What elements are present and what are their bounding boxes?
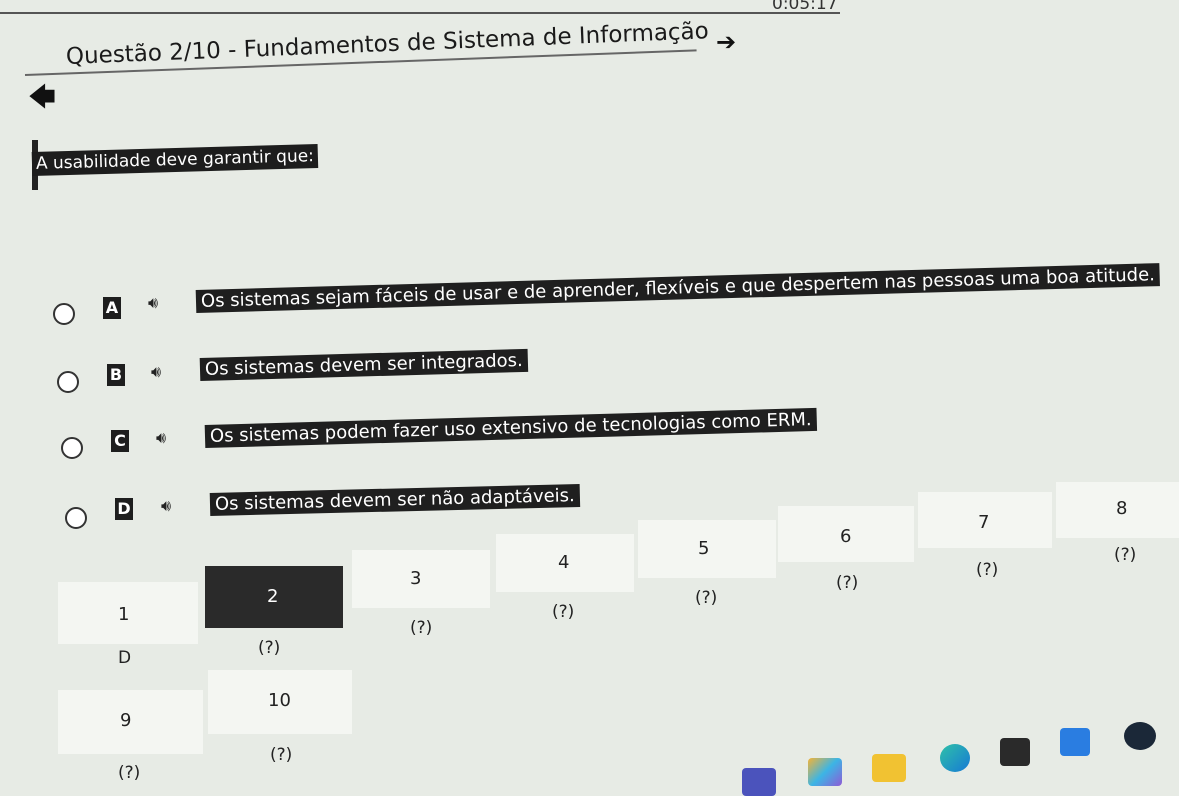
teams-icon[interactable] — [742, 768, 776, 796]
question-nav-status: (?) — [976, 560, 999, 580]
option-letter-a: A — [103, 297, 121, 319]
question-nav-number: 2 — [267, 586, 279, 607]
option-text-a[interactable]: Os sistemas sejam fáceis de usar e de ap… — [195, 263, 1161, 313]
vscode-icon[interactable] — [1060, 728, 1090, 756]
question-nav-status: D — [118, 648, 132, 668]
question-nav-1[interactable]: 1 — [58, 582, 198, 644]
question-nav-number: 1 — [118, 604, 130, 625]
top-divider — [0, 12, 840, 14]
question-nav-number: 5 — [698, 538, 710, 559]
option-text-d[interactable]: Os sistemas devem ser não adaptáveis. — [209, 483, 581, 516]
question-nav-number: 4 — [558, 552, 570, 573]
question-nav-7[interactable]: 7 — [918, 492, 1052, 548]
edge-icon[interactable] — [940, 744, 970, 772]
option-letter-c: C — [111, 430, 129, 452]
question-nav-status: (?) — [836, 573, 859, 593]
speaker-icon[interactable]: 🔊︎ — [161, 496, 171, 516]
question-nav-number: 6 — [840, 526, 852, 547]
question-nav-status: (?) — [695, 588, 718, 608]
timer: 0:05:17 — [772, 0, 838, 14]
folder-icon[interactable] — [872, 754, 906, 782]
speaker-icon[interactable]: 🔊︎ — [156, 428, 166, 448]
speaker-icon[interactable]: 🔊︎ — [151, 362, 161, 382]
question-nav-status: (?) — [410, 618, 433, 638]
copilot-icon[interactable] — [808, 758, 842, 786]
question-nav-status: (?) — [118, 763, 141, 783]
option-letter-b: B — [107, 364, 125, 386]
question-nav-5[interactable]: 5 — [638, 520, 776, 578]
question-nav-4[interactable]: 4 — [496, 534, 634, 592]
question-nav-status: (?) — [1114, 545, 1137, 565]
question-nav-6[interactable]: 6 — [778, 506, 914, 562]
question-nav-2[interactable]: 2 — [205, 566, 343, 628]
question-nav-number: 3 — [410, 568, 422, 589]
taskbar — [700, 720, 1179, 796]
question-nav-10[interactable]: 10 — [208, 670, 352, 734]
question-nav-status: (?) — [270, 745, 293, 765]
radio-option-b[interactable] — [57, 371, 79, 393]
option-text-c[interactable]: Os sistemas podem fazer uso extensivo de… — [204, 407, 817, 448]
question-nav-3[interactable]: 3 — [352, 550, 490, 608]
question-nav-status: (?) — [552, 602, 575, 622]
arrow-right-icon[interactable]: ➔ — [716, 28, 736, 56]
speaker-icon[interactable]: 🔊︎ — [148, 293, 158, 313]
store-icon[interactable] — [1000, 738, 1030, 766]
radio-option-a[interactable] — [53, 303, 75, 325]
option-text-b[interactable]: Os sistemas devem ser integrados. — [199, 348, 529, 381]
question-nav-8[interactable]: 8 — [1056, 482, 1179, 538]
question-nav-9[interactable]: 9 — [58, 690, 203, 754]
question-nav-number: 7 — [978, 512, 990, 533]
question-nav-number: 8 — [1116, 498, 1128, 519]
steam-icon[interactable] — [1124, 722, 1156, 750]
question-nav-status: (?) — [258, 638, 281, 658]
radio-option-c[interactable] — [61, 437, 83, 459]
option-letter-d: D — [115, 498, 133, 520]
question-nav-number: 10 — [268, 690, 291, 711]
question-text: A usabilidade deve garantir que: — [31, 144, 319, 176]
arrow-left-icon[interactable]: 🡄 — [28, 78, 56, 124]
question-nav-number: 9 — [120, 710, 132, 731]
